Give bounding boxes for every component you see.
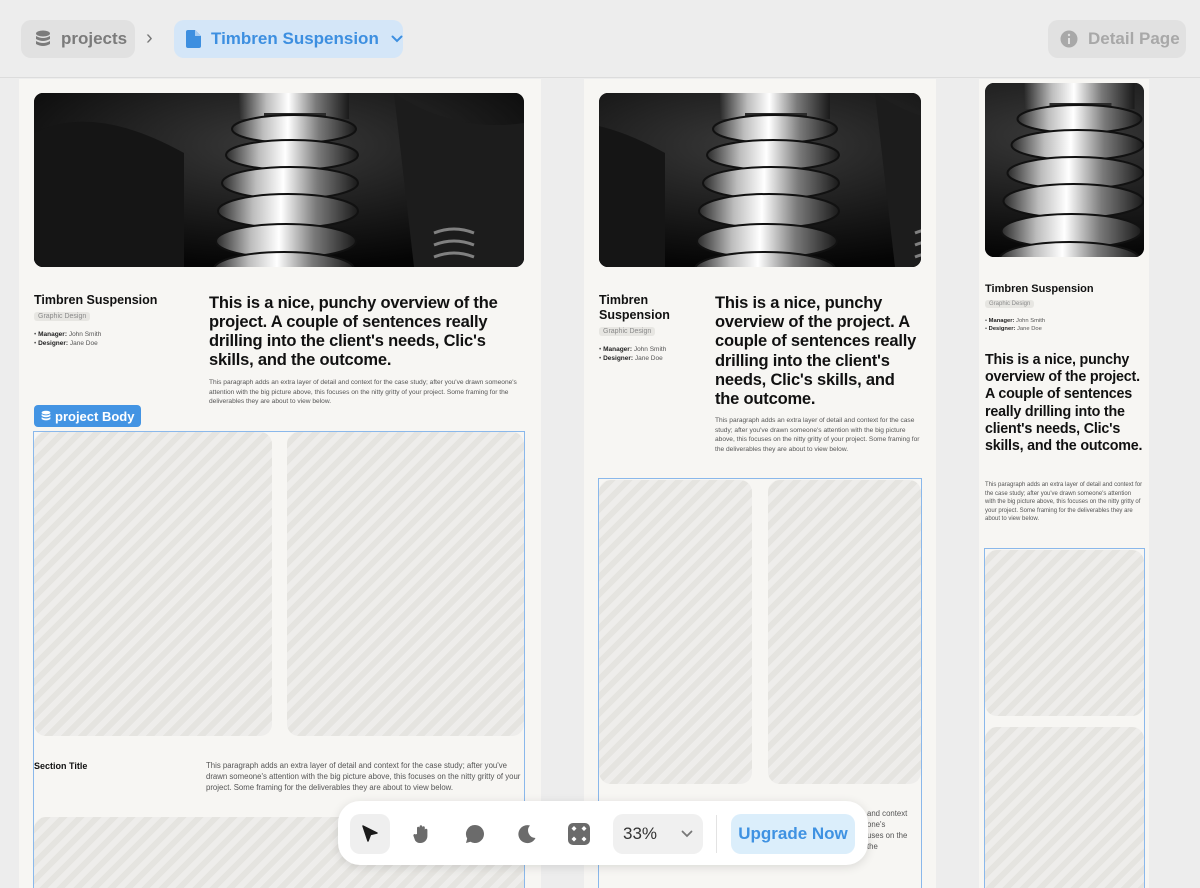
bottom-toolbar: 33% Upgrade Now (338, 801, 868, 865)
project-meta: • Manager: John Smith • Designer: Jane D… (599, 345, 666, 364)
breadcrumb-projects[interactable]: projects (21, 20, 135, 58)
hero-image (985, 83, 1144, 257)
breadcrumb-separator: › (146, 27, 153, 49)
top-bar: projects › Timbren Suspension Detail Pag… (0, 0, 1200, 78)
project-headline: This is a nice, punchy overview of the p… (715, 294, 917, 409)
desktop-frame[interactable]: Timbren Suspension Graphic Design • Mana… (19, 79, 541, 888)
components-tool[interactable] (559, 814, 599, 854)
designer-line: • Designer: Jane Doe (985, 326, 1042, 333)
pointer-tool[interactable] (350, 814, 390, 854)
comment-tool[interactable] (455, 814, 495, 854)
project-paragraph: This paragraph adds an extra layer of de… (715, 417, 920, 453)
chevron-down-icon[interactable] (391, 35, 403, 43)
breadcrumb-current-label: Timbren Suspension (211, 29, 379, 48)
project-meta: • Manager: John Smith • Designer: Jane D… (985, 317, 1045, 334)
project-headline: This is a nice, punchy overview of the p… (985, 352, 1143, 455)
manager-line: • Manager: John Smith (599, 346, 667, 353)
cursor-arrow-icon (360, 824, 380, 844)
document-icon (186, 30, 201, 48)
hand-icon (411, 823, 433, 845)
hand-tool[interactable] (402, 814, 442, 854)
category-tag: Graphic Design (985, 300, 1035, 308)
designer-line: • Designer: Jane Doe (599, 355, 663, 363)
project-title: Timbren Suspension (599, 293, 670, 322)
upgrade-now-button[interactable]: Upgrade Now (731, 814, 855, 854)
selection-outline (984, 548, 1145, 888)
project-meta: • Manager: John Smith • Designer: Jane D… (34, 330, 101, 349)
project-title: Timbren Suspension (985, 283, 1094, 295)
zoom-select[interactable]: 33% (613, 814, 703, 854)
toolbar-divider (716, 815, 717, 853)
project-paragraph: This paragraph adds an extra layer of de… (209, 379, 517, 405)
database-icon (35, 30, 51, 48)
info-icon (1060, 30, 1078, 48)
database-icon (41, 410, 51, 422)
category-tag: Graphic Design (599, 327, 656, 336)
designer-line: • Designer: Jane Doe (34, 340, 98, 348)
chevron-down-icon (681, 830, 693, 838)
manager-line: • Manager: John Smith (34, 331, 102, 338)
project-body-label-text: project Body (55, 408, 135, 424)
zoom-value: 33% (623, 824, 658, 843)
project-body-label[interactable]: project Body (34, 405, 142, 427)
hero-image (34, 93, 524, 267)
breadcrumb-current-page[interactable]: Timbren Suspension (174, 20, 403, 58)
detail-page-label: Detail Page (1088, 29, 1180, 48)
breadcrumb-projects-label: projects (61, 29, 128, 48)
mobile-frame[interactable]: Timbren Suspension Graphic Design • Mana… (979, 79, 1149, 888)
components-icon (567, 822, 591, 846)
manager-line: • Manager: John Smith (985, 318, 1046, 324)
project-headline: This is a nice, punchy overview of the p… (209, 294, 498, 369)
dark-mode-tool[interactable] (507, 814, 547, 854)
hero-image (599, 93, 921, 267)
category-tag: Graphic Design (34, 312, 91, 321)
detail-page-button[interactable]: Detail Page (1048, 20, 1186, 58)
speech-bubble-icon (464, 823, 486, 845)
tablet-frame[interactable]: Timbren Suspension Graphic Design • Mana… (584, 79, 936, 888)
moon-icon (516, 823, 538, 845)
project-paragraph: This paragraph adds an extra layer of de… (985, 482, 1143, 523)
project-title: Timbren Suspension (34, 293, 158, 307)
